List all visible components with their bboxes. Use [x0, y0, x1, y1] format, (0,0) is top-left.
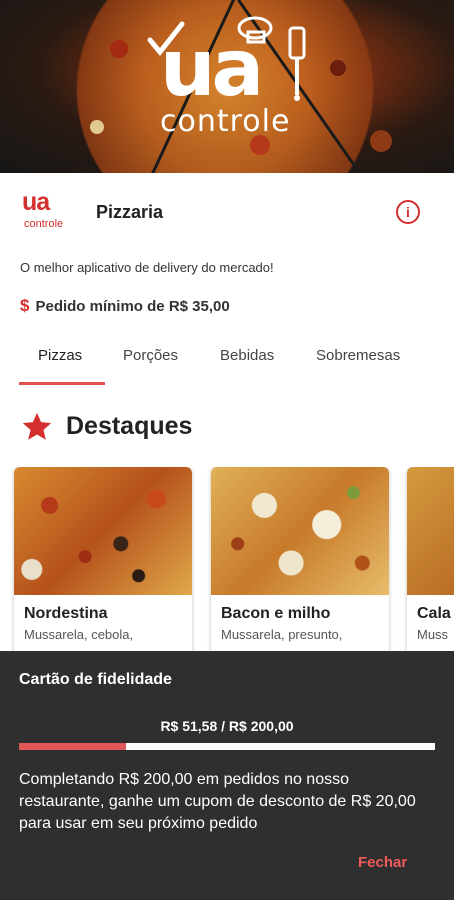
- restaurant-description: O melhor aplicativo de delivery do merca…: [20, 260, 274, 275]
- pizza-topping: [90, 120, 104, 134]
- loyalty-title: Cartão de fidelidade: [19, 671, 172, 688]
- product-name: Nordestina: [24, 605, 108, 622]
- product-image: [14, 467, 192, 595]
- logo-ua-text: ua: [160, 24, 264, 114]
- restaurant-header: ua controle Pizzaria i: [0, 188, 454, 240]
- product-image: [407, 467, 454, 595]
- restaurant-logo-controle: controle: [24, 218, 64, 230]
- featured-carousel: Nordestina Mussarela, cebola, Bacon e mi…: [0, 467, 454, 667]
- logo-controle-text: controle: [160, 104, 291, 139]
- hero-banner: ua controle: [0, 0, 454, 173]
- min-order: $ Pedido mínimo de R$ 35,00: [20, 296, 230, 316]
- product-card[interactable]: Bacon e milho Mussarela, presunto,: [211, 467, 389, 667]
- tab-sobremesas[interactable]: Sobremesas: [316, 347, 400, 364]
- close-button[interactable]: Fechar: [358, 854, 407, 871]
- restaurant-logo: ua controle: [20, 188, 76, 232]
- product-card[interactable]: Cala Muss: [407, 467, 454, 667]
- product-ingredients: Muss: [417, 627, 449, 642]
- info-icon[interactable]: i: [396, 200, 420, 224]
- restaurant-logo-ua: ua: [22, 188, 50, 216]
- active-tab-indicator: [19, 382, 105, 385]
- product-name: Bacon e milho: [221, 605, 331, 622]
- category-tabs: Pizzas Porções Bebidas Sobremesas: [0, 335, 454, 387]
- dollar-icon: $: [20, 296, 30, 315]
- featured-title: Destaques: [66, 412, 193, 440]
- product-image: [211, 467, 389, 595]
- min-order-text: Pedido mínimo de R$ 35,00: [35, 298, 230, 315]
- tab-porcoes[interactable]: Porções: [123, 347, 178, 364]
- loyalty-progress-label: R$ 51,58 / R$ 200,00: [160, 718, 294, 734]
- pizza-topping: [370, 130, 392, 152]
- star-icon: [22, 412, 52, 440]
- pizza-topping: [110, 40, 128, 58]
- pizza-topping: [330, 60, 346, 76]
- product-ingredients: Mussarela, presunto,: [221, 627, 343, 642]
- restaurant-name: Pizzaria: [96, 202, 164, 222]
- product-name: Cala: [417, 605, 451, 622]
- tab-pizzas[interactable]: Pizzas: [38, 347, 82, 364]
- tab-bebidas[interactable]: Bebidas: [220, 347, 274, 364]
- product-ingredients: Mussarela, cebola,: [24, 627, 134, 642]
- loyalty-progress-bar: [19, 743, 435, 750]
- loyalty-sheet: Cartão de fidelidade R$ 51,58 / R$ 200,0…: [0, 651, 454, 900]
- loyalty-message: Completando R$ 200,00 em pedidos no noss…: [19, 771, 416, 832]
- product-card[interactable]: Nordestina Mussarela, cebola,: [14, 467, 192, 667]
- loyalty-progress-fill: [19, 743, 127, 750]
